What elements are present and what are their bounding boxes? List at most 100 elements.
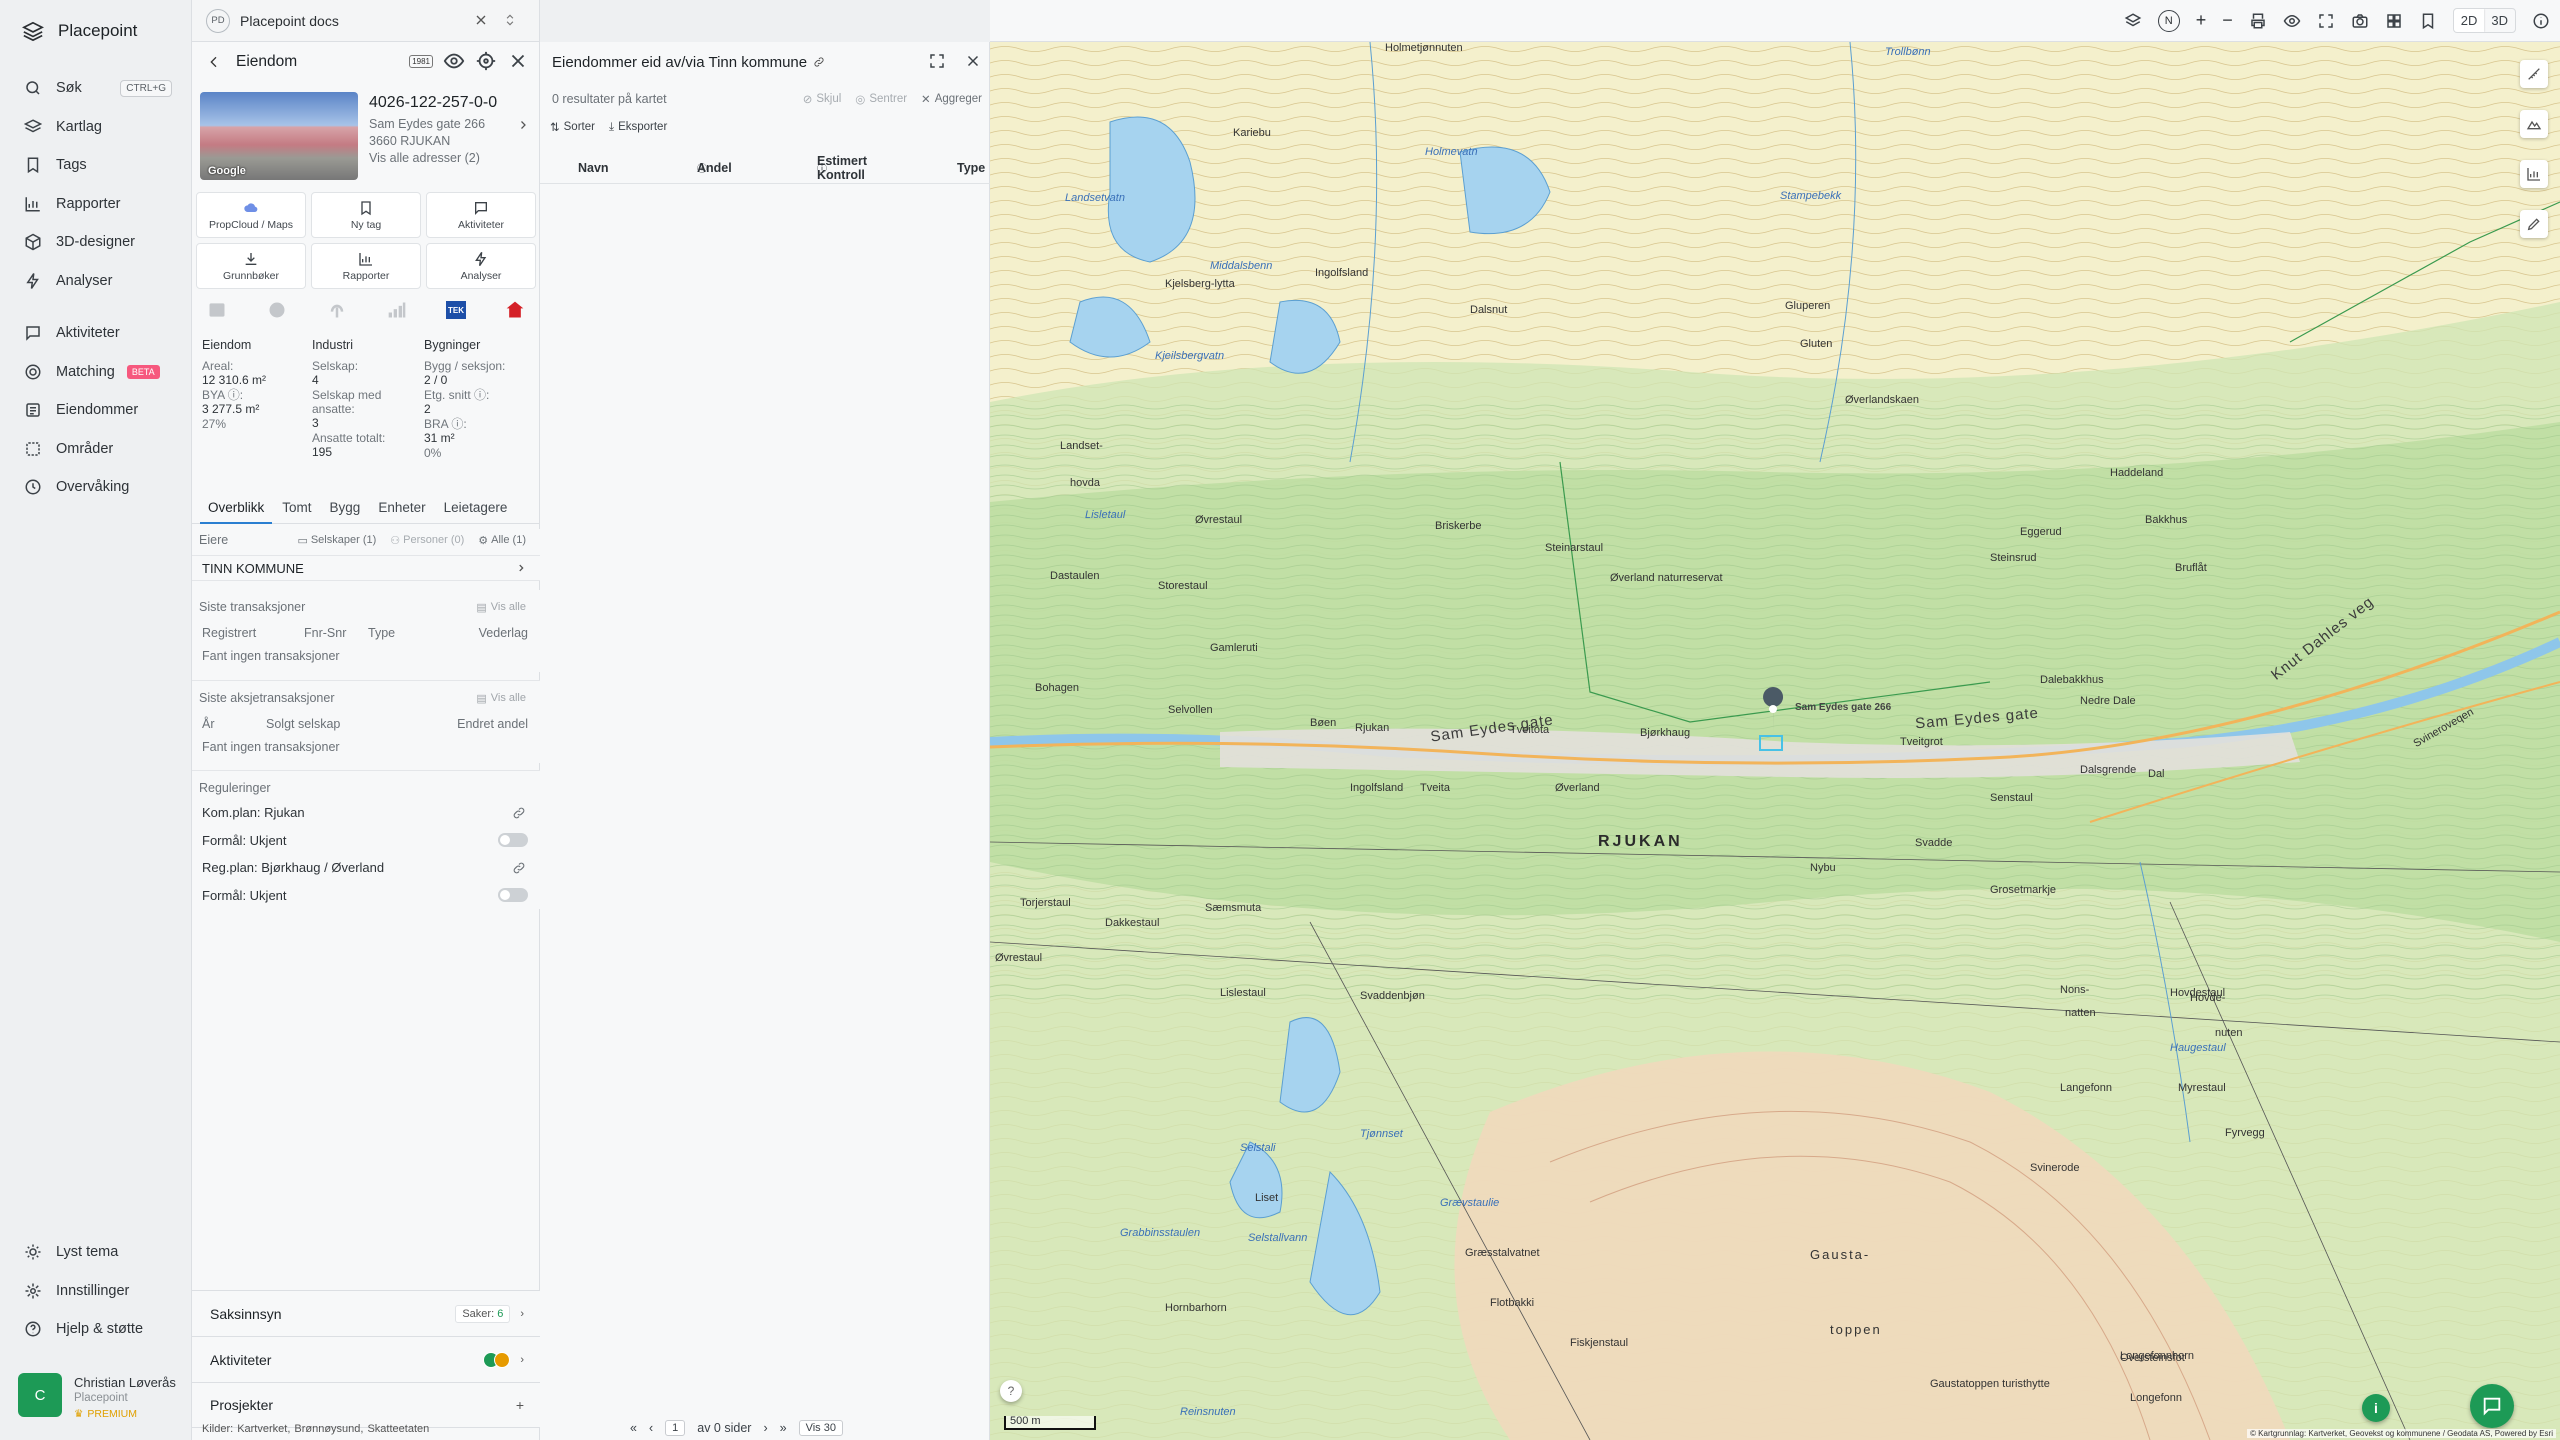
nav-item-analyser[interactable]: Analyser bbox=[0, 262, 192, 301]
link-icon[interactable] bbox=[512, 806, 526, 820]
first-page-button[interactable]: « bbox=[630, 1421, 637, 1435]
prev-page-button[interactable]: ‹ bbox=[649, 1421, 653, 1435]
nav-item-matching[interactable]: Matching BETA bbox=[0, 353, 192, 392]
bar-levels-icon[interactable] bbox=[386, 300, 408, 320]
tab-leietagere[interactable]: Leietagere bbox=[436, 498, 516, 524]
tek-icon[interactable]: TEK bbox=[446, 301, 466, 319]
nav-item-sok[interactable]: Søk CTRL+G bbox=[0, 69, 192, 108]
land-registry-button[interactable]: Grunnbøker bbox=[196, 243, 306, 289]
propcloud-button[interactable]: PropCloud / Maps bbox=[196, 192, 306, 238]
plus-icon[interactable]: + bbox=[516, 1397, 524, 1413]
topographic-map[interactable]: RJUKAN Sam Eydes gate Sam Eydes gate Knu… bbox=[990, 42, 2560, 1440]
draw-tool[interactable] bbox=[2520, 210, 2548, 238]
link-icon[interactable] bbox=[512, 861, 526, 875]
eye-icon[interactable] bbox=[2283, 12, 2301, 30]
tab-enheter[interactable]: Enheter bbox=[370, 498, 433, 524]
plant-icon[interactable] bbox=[326, 300, 348, 320]
info-button[interactable]: i bbox=[2362, 1394, 2390, 1422]
last-page-button[interactable]: » bbox=[780, 1421, 787, 1435]
source-link[interactable]: Skatteetaten bbox=[367, 1423, 429, 1435]
info-icon[interactable] bbox=[2532, 12, 2550, 30]
crosshair-icon[interactable] bbox=[475, 50, 497, 72]
nav-item-rapporter[interactable]: Rapporter bbox=[0, 185, 192, 224]
view-2d-button[interactable]: 2D bbox=[2453, 9, 2485, 32]
view-3d-button[interactable]: 3D bbox=[2484, 9, 2515, 32]
nav-item-hjelp[interactable]: Hjelp & støtte bbox=[0, 1310, 192, 1349]
stats-tool[interactable] bbox=[2520, 160, 2548, 188]
measure-tool[interactable] bbox=[2520, 60, 2548, 88]
nav-item-3d-designer[interactable]: 3D-designer bbox=[0, 223, 192, 262]
nav-item-innstillinger[interactable]: Innstillinger bbox=[0, 1272, 192, 1311]
page-select[interactable]: 1 bbox=[665, 1420, 686, 1436]
zoom-in-button[interactable]: + bbox=[2196, 10, 2207, 31]
fullscreen-icon[interactable] bbox=[2317, 12, 2335, 30]
new-tag-button[interactable]: Ny tag bbox=[311, 192, 421, 238]
view-all-button[interactable]: ▤ Vis alle bbox=[476, 601, 526, 614]
filter-persons[interactable]: ⚇ Personer (0) bbox=[390, 534, 464, 547]
camera-icon[interactable] bbox=[2351, 12, 2369, 30]
view-all-button[interactable]: ▤ Vis alle bbox=[476, 692, 526, 705]
filter-all[interactable]: ⚙ Alle (1) bbox=[478, 534, 526, 547]
matrikkel-icon[interactable] bbox=[206, 300, 228, 320]
sort-button[interactable]: ⇅ Sorter bbox=[550, 120, 595, 134]
tab-bygg[interactable]: Bygg bbox=[322, 498, 369, 524]
all-addresses-link[interactable]: Vis alle adresser (2) bbox=[369, 151, 533, 165]
map-help-button[interactable]: ? bbox=[1000, 1380, 1022, 1402]
close-icon[interactable] bbox=[964, 52, 982, 70]
chat-button[interactable] bbox=[2470, 1384, 2514, 1428]
nav-item-aktiviteter[interactable]: Aktiviteter bbox=[0, 314, 192, 353]
link-icon[interactable] bbox=[813, 56, 825, 68]
nav-item-overvaking[interactable]: Overvåking bbox=[0, 468, 192, 507]
zoom-out-button[interactable]: − bbox=[2222, 10, 2233, 31]
expand-icon[interactable] bbox=[928, 52, 946, 70]
print-icon[interactable] bbox=[2249, 12, 2267, 30]
eye-icon[interactable] bbox=[443, 50, 465, 72]
per-page-select[interactable]: Vis 30 bbox=[798, 1420, 843, 1436]
next-page-button[interactable]: › bbox=[763, 1421, 767, 1435]
layers-stack-icon[interactable] bbox=[2124, 12, 2142, 30]
source-link[interactable]: Brønnøysund, bbox=[294, 1423, 363, 1435]
street-view-photo[interactable]: Google bbox=[200, 92, 358, 180]
tab-overblikk[interactable]: Overblikk bbox=[200, 498, 273, 524]
house-icon[interactable] bbox=[504, 300, 526, 320]
nav-item-lyst-tema[interactable]: Lyst tema bbox=[0, 1233, 192, 1272]
center-button[interactable]: ◎ Sentrer bbox=[855, 92, 907, 106]
owner-row[interactable]: TINN KOMMUNE bbox=[192, 555, 540, 581]
analyses-button[interactable]: Analyser bbox=[426, 243, 536, 289]
user-profile[interactable]: C Christian Løverås Placepoint ♛ PREMIUM bbox=[18, 1373, 176, 1420]
nav-item-tags[interactable]: Tags bbox=[0, 146, 192, 185]
saksinnsyn-accordion[interactable]: Saksinnsyn Saker: 6 › bbox=[192, 1290, 540, 1336]
activities-accordion[interactable]: Aktiviteter › bbox=[192, 1336, 540, 1382]
purpose-toggle[interactable] bbox=[498, 888, 528, 903]
app-brand[interactable]: Placepoint bbox=[22, 20, 137, 42]
reports-button[interactable]: Rapporter bbox=[311, 243, 421, 289]
close-icon[interactable] bbox=[507, 50, 529, 72]
bookmark-icon[interactable] bbox=[2419, 12, 2437, 30]
regulation-row[interactable]: Kom.plan: Rjukan bbox=[192, 799, 540, 827]
filter-companies[interactable]: ▭ Selskaper (1) bbox=[297, 534, 376, 547]
chevron-updown-icon[interactable] bbox=[503, 12, 517, 28]
doc-tab-bar[interactable]: PD Placepoint docs bbox=[192, 0, 540, 42]
source-link[interactable]: Kartverket, bbox=[237, 1423, 290, 1435]
purpose-toggle[interactable] bbox=[498, 833, 528, 848]
nav-item-eiendommer[interactable]: Eiendommer bbox=[0, 391, 192, 430]
back-arrow-icon[interactable] bbox=[206, 54, 222, 70]
grid-icon[interactable] bbox=[2385, 12, 2403, 30]
nav-item-kartlag[interactable]: Kartlag bbox=[0, 108, 192, 147]
col-header-navn[interactable]: Navn bbox=[578, 161, 609, 175]
building-id-icon[interactable]: 1981 bbox=[409, 54, 433, 68]
hide-button[interactable]: ⊘ Skjul bbox=[803, 92, 842, 106]
aggregate-button[interactable]: ✕ Aggreger bbox=[921, 92, 982, 106]
export-button[interactable]: ⤓ Eksporter bbox=[609, 120, 667, 134]
activities-button[interactable]: Aktiviteter bbox=[426, 192, 536, 238]
elevation-tool[interactable] bbox=[2520, 110, 2548, 138]
compass-button[interactable]: N bbox=[2157, 9, 2180, 32]
regulation-row[interactable]: Reg.plan: Bjørkhaug / Øverland bbox=[192, 854, 540, 882]
close-icon[interactable] bbox=[473, 12, 489, 28]
tab-tomt[interactable]: Tomt bbox=[274, 498, 319, 524]
col-header-type[interactable]: Type bbox=[957, 161, 985, 175]
globe-icon[interactable] bbox=[266, 300, 288, 320]
property-info[interactable]: 4026-122-257-0-0 Sam Eydes gate 266 3660… bbox=[369, 94, 533, 165]
nav-item-omrader[interactable]: Områder bbox=[0, 430, 192, 469]
projects-accordion[interactable]: Prosjekter + bbox=[192, 1382, 540, 1428]
